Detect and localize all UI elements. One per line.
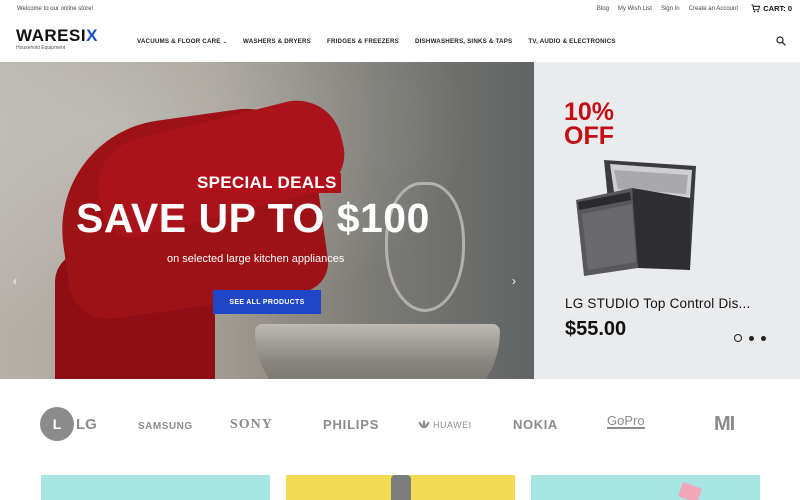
sign-in-link[interactable]: Sign In (661, 6, 680, 12)
brand-lg[interactable]: L LG (40, 407, 97, 441)
site-logo[interactable]: WARESIX Household Equipment (16, 26, 98, 52)
logo-tagline: Household Equipment (16, 45, 66, 51)
product-name[interactable]: LG STUDIO Top Control Dis... (565, 296, 750, 311)
discount-label: 10% OFF (564, 98, 615, 150)
nav-vacuums[interactable]: VACUUMS & FLOOR CARE ⌄ (137, 38, 227, 45)
next-slide-arrow-icon[interactable]: › (512, 274, 516, 288)
chevron-down-icon: ⌄ (222, 39, 228, 45)
hero-subline: on selected large kitchen appliances (167, 253, 345, 265)
main-nav: VACUUMS & FLOOR CARE ⌄ WASHERS & DRYERS F… (137, 38, 632, 45)
dishwasher-image (576, 160, 696, 276)
pagination-dot[interactable] (761, 335, 766, 341)
cart-label: CART: 0 (763, 4, 792, 13)
nav-fridges[interactable]: FRIDGES & FREEZERS (327, 38, 399, 45)
brand-mi[interactable]: MI (714, 413, 735, 436)
category-tile[interactable] (286, 475, 515, 500)
brand-sony[interactable]: SONY (230, 417, 273, 433)
pagination-dot[interactable] (734, 334, 742, 342)
blog-link[interactable]: Blog (597, 6, 609, 12)
prev-slide-arrow-icon[interactable]: ‹ (13, 274, 17, 288)
nav-dishwashers[interactable]: DISHWASHERS, SINKS & TAPS (415, 38, 512, 45)
brand-logos: L LG SAMSUNG SONY PHILIPS HUAWEI NOKIA G… (0, 379, 800, 475)
welcome-text: Welcome to our online store! (17, 6, 94, 12)
promo-pagination (734, 334, 766, 342)
brand-samsung[interactable]: SAMSUNG (138, 421, 193, 432)
category-tile[interactable] (531, 475, 760, 500)
search-icon[interactable] (776, 36, 786, 46)
huawei-petal-icon (418, 420, 430, 429)
brand-gopro[interactable]: GoPro (607, 414, 645, 429)
pagination-dot[interactable] (749, 335, 754, 341)
cart-button[interactable]: CART: 0 (751, 4, 792, 13)
main-header: WARESIX Household Equipment VACUUMS & FL… (0, 20, 800, 62)
top-links: Blog My Wish List Sign In Create an Acco… (597, 6, 738, 12)
hero-headline: SAVE UP TO $100 (76, 195, 430, 241)
wishlist-link[interactable]: My Wish List (618, 6, 652, 12)
promo-panel[interactable]: 10% OFF LG STUDIO Top Control Dis... $55… (534, 62, 800, 379)
see-all-products-button[interactable]: SEE ALL PRODUCTS (213, 290, 321, 314)
lamp-image (391, 475, 411, 500)
nav-washers[interactable]: WASHERS & DRYERS (243, 38, 311, 45)
category-tile[interactable] (41, 475, 270, 500)
decor-image (678, 482, 702, 500)
logo-wordmark: WARESIX (16, 26, 98, 45)
brand-huawei[interactable]: HUAWEI (418, 420, 472, 430)
hero-slider: SPECIAL DEALS SAVE UP TO $100 on selecte… (0, 62, 534, 379)
nav-tv-audio[interactable]: TV, AUDIO & ELECTRONICS (528, 38, 615, 45)
brand-philips[interactable]: PHILIPS (323, 417, 379, 432)
special-deals-badge: SPECIAL DEALS (193, 173, 341, 193)
top-bar: Welcome to our online store! Blog My Wis… (0, 0, 800, 20)
product-price: $55.00 (565, 318, 627, 340)
brand-nokia[interactable]: NOKIA (513, 417, 558, 432)
cart-icon (751, 4, 761, 13)
create-account-link[interactable]: Create an Account (689, 6, 738, 12)
lg-logo-icon: L (40, 407, 74, 441)
